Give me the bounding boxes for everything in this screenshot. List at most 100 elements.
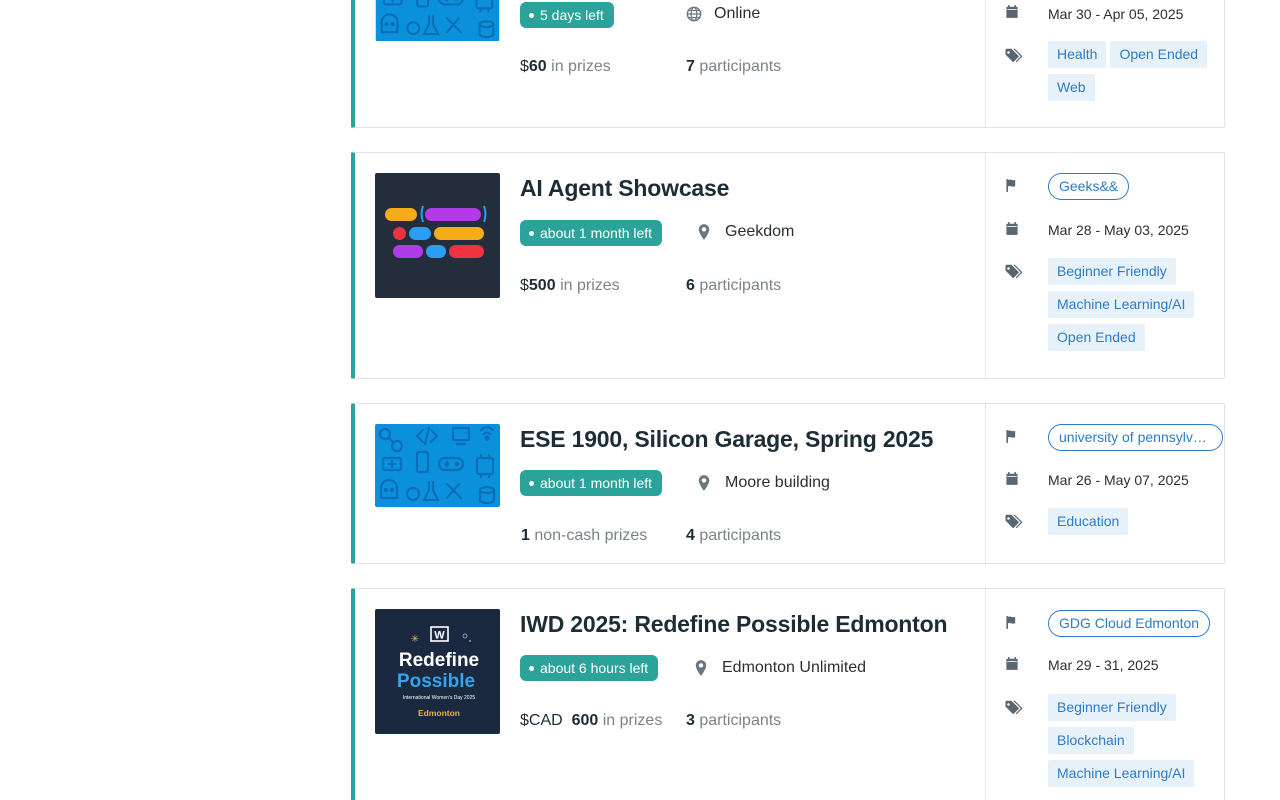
hackathon-title[interactable]: AI Agent Showcase — [520, 175, 729, 202]
card-sidebar: Geeks&& Mar 28 - May 03, 2025 Beginner F… — [985, 153, 1224, 378]
thumb-line2: Possible — [397, 671, 475, 692]
tags-icon — [1004, 699, 1024, 716]
participants-count: 4 — [686, 527, 695, 544]
tag-beginner-friendly[interactable]: Beginner Friendly — [1048, 694, 1176, 721]
date-range: Mar 30 - Apr 05, 2025 — [1048, 6, 1184, 22]
card-main: W ✳ Redefine Possible International Wome… — [355, 589, 985, 800]
svg-text:W: W — [434, 630, 445, 642]
tag-health[interactable]: Health — [1048, 41, 1107, 68]
thumb-city: Edmonton — [418, 708, 460, 718]
time-left-badge: about 6 hours left — [520, 655, 659, 681]
participants-stat: 6 participants — [686, 277, 781, 295]
tag-open-ended[interactable]: Open Ended — [1110, 41, 1208, 68]
date-range: Mar 26 - May 07, 2025 — [1048, 472, 1189, 488]
participants-count: 6 — [686, 277, 695, 294]
prize-amount: 60 — [528, 58, 547, 75]
participants-stat: 7 participants — [686, 58, 781, 76]
location-text: Edmonton Unlimited — [722, 659, 867, 677]
time-left-text: about 1 month left — [540, 225, 653, 241]
time-left-text: about 1 month left — [540, 475, 653, 491]
prizes-stat: $500 in prizes — [520, 277, 620, 295]
host-pill[interactable]: Geeks&& — [1048, 173, 1130, 200]
participants-label: participants — [699, 527, 782, 544]
map-pin-icon — [697, 474, 713, 492]
participants-label: participants — [699, 58, 782, 75]
host-pill[interactable]: GDG Cloud Edmonton — [1048, 610, 1211, 637]
status-dot — [529, 665, 534, 671]
date-range: Mar 28 - May 03, 2025 — [1048, 222, 1189, 238]
hackathon-card[interactable]: AI Agent Showcase about 1 month left Gee… — [351, 152, 1225, 379]
hackathon-thumbnail[interactable] — [375, 424, 500, 507]
prize-suffix: non-cash prizes — [534, 527, 648, 544]
tags-icon — [1004, 513, 1024, 530]
map-pin-icon — [694, 659, 710, 677]
location: Edmonton Unlimited — [694, 659, 866, 677]
participants-count: 7 — [686, 58, 695, 75]
participants-stat: 3 participants — [686, 712, 781, 730]
thumb-line1: Redefine — [399, 650, 479, 671]
prize-currency: $CAD — [520, 712, 563, 729]
calendar-icon — [1004, 655, 1024, 672]
tag-list: Education — [1048, 508, 1238, 541]
tag-beginner-friendly[interactable]: Beginner Friendly — [1048, 258, 1176, 285]
tag-machine-learning-ai[interactable]: Machine Learning/AI — [1048, 760, 1195, 787]
status-dot — [529, 12, 534, 18]
hackathon-title[interactable]: IWD 2025: Redefine Possible Edmonton — [520, 611, 948, 638]
participants-label: participants — [699, 712, 782, 729]
calendar-icon — [1004, 3, 1024, 20]
globe-icon — [686, 6, 702, 22]
card-sidebar: GDG Cloud Edmonton Mar 29 - 31, 2025 Beg… — [985, 589, 1224, 800]
date-range: Mar 29 - 31, 2025 — [1048, 657, 1159, 673]
flag-icon — [1004, 614, 1024, 631]
prizes-stat: $CAD 600 in prizes — [520, 712, 662, 730]
participants-label: participants — [699, 277, 782, 294]
tag-education[interactable]: Education — [1048, 508, 1129, 535]
hackathon-card[interactable]: W ✳ Redefine Possible International Wome… — [351, 588, 1225, 800]
status-dot — [529, 230, 534, 236]
tag-open-ended[interactable]: Open Ended — [1048, 324, 1145, 351]
location-text: Moore building — [725, 474, 830, 492]
status-dot — [529, 480, 534, 486]
card-main: AI Agent Showcase about 1 month left Gee… — [355, 153, 985, 378]
time-left-text: about 6 hours left — [540, 660, 649, 676]
tag-blockchain[interactable]: Blockchain — [1048, 727, 1134, 754]
location: Online — [686, 5, 760, 23]
map-pin-icon — [697, 223, 713, 241]
prizes-stat: $60 in prizes — [520, 58, 611, 76]
hackathon-thumbnail[interactable] — [375, 173, 500, 298]
hackathon-card[interactable]: ESE 1900, Silicon Garage, Spring 2025 ab… — [351, 403, 1225, 564]
participants-stat: 4 participants — [686, 527, 781, 545]
prize-suffix: in prizes — [602, 712, 663, 729]
ai-agent-logo — [375, 173, 500, 298]
thumb-small: International Women's Day 2025 — [403, 695, 476, 701]
time-left-badge: 5 days left — [520, 2, 614, 28]
prize-amount: 500 — [528, 277, 556, 294]
location: Moore building — [697, 474, 830, 492]
calendar-icon — [1004, 470, 1024, 487]
tags-icon — [1004, 263, 1024, 280]
prize-currency: $ — [520, 58, 529, 75]
tag-list: Beginner Friendly Machine Learning/AI Open… — [1048, 258, 1238, 357]
location: Geekdom — [697, 223, 794, 241]
tag-machine-learning-ai[interactable]: Machine Learning/AI — [1048, 291, 1195, 318]
prize-currency: $ — [520, 277, 529, 294]
tag-list: Health Open Ended Web — [1048, 41, 1238, 107]
hackathon-card[interactable]: 5 days left Online $60 in prizes 7 parti… — [351, 0, 1225, 128]
flag-icon — [1004, 177, 1024, 194]
flag-icon — [1004, 428, 1024, 445]
hackathon-thumbnail[interactable]: W ✳ Redefine Possible International Wome… — [375, 609, 500, 734]
hackathon-title[interactable]: ESE 1900, Silicon Garage, Spring 2025 — [520, 426, 933, 453]
tags-icon — [1004, 47, 1024, 64]
card-sidebar: Mar 30 - Apr 05, 2025 Health Open Ended We… — [985, 0, 1224, 127]
host-pill[interactable]: university of pennsylva... — [1048, 424, 1223, 451]
tag-list: Beginner Friendly Blockchain Machine Learn… — [1048, 694, 1238, 793]
location-text: Geekdom — [725, 223, 795, 241]
card-main: 5 days left Online $60 in prizes 7 parti… — [355, 0, 985, 127]
hackathon-thumbnail[interactable] — [375, 0, 500, 41]
tag-web[interactable]: Web — [1048, 74, 1095, 101]
time-left-text: 5 days left — [540, 7, 604, 23]
card-main: ESE 1900, Silicon Garage, Spring 2025 ab… — [355, 404, 985, 563]
time-left-badge: about 1 month left — [520, 220, 663, 246]
location-text: Online — [714, 5, 761, 22]
participants-count: 3 — [686, 712, 695, 729]
